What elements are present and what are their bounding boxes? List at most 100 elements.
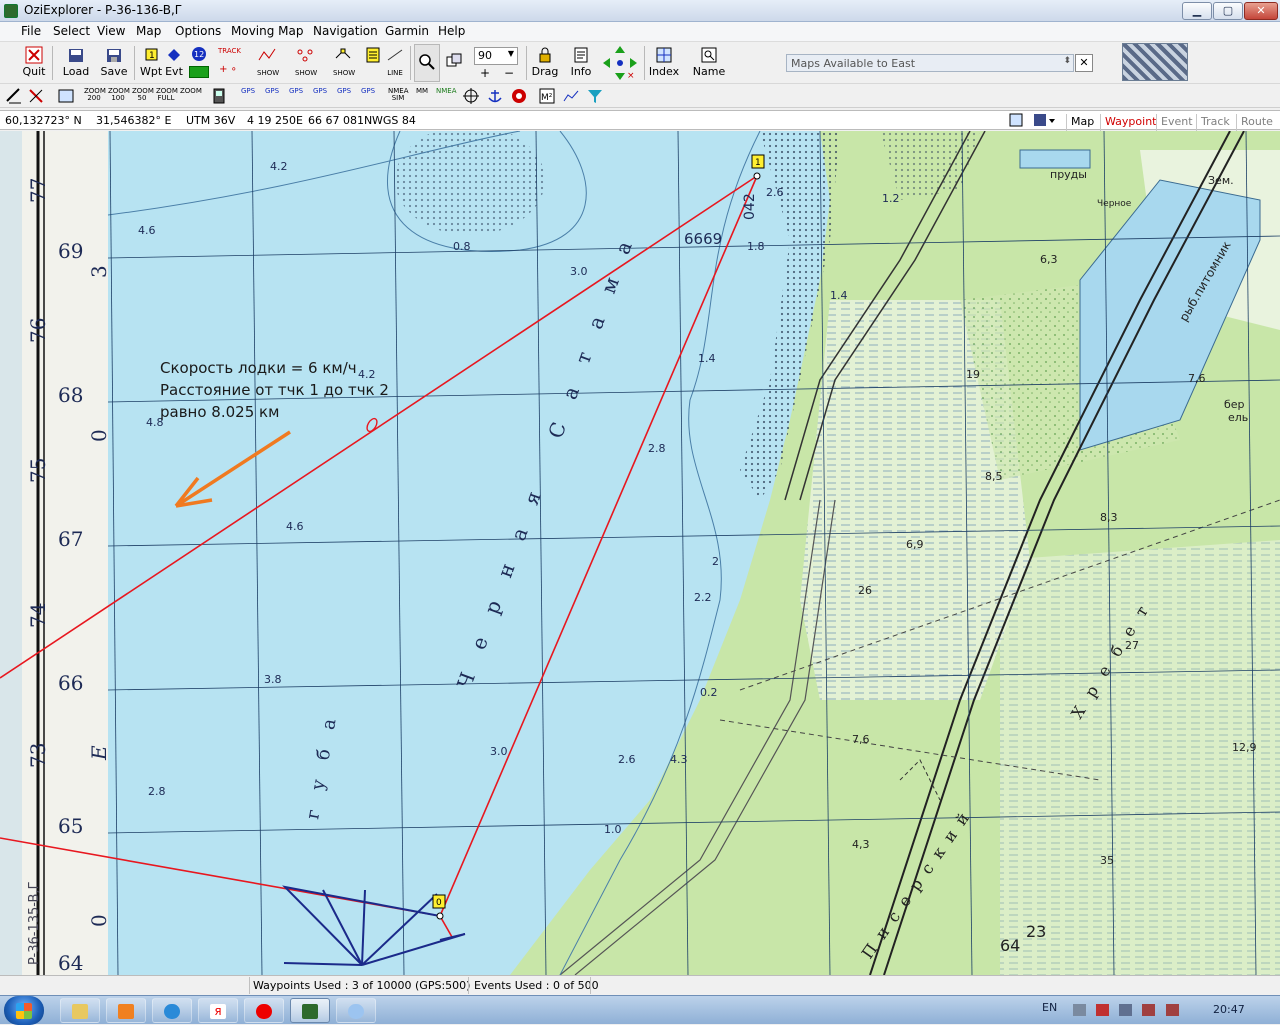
zoom-out-button[interactable]: − (500, 66, 518, 80)
menu-garmin[interactable]: Garmin (385, 24, 429, 38)
index-button[interactable]: Index (648, 44, 680, 82)
tray-security-icon[interactable] (1096, 1004, 1109, 1016)
taskbar-yandex[interactable]: я (198, 998, 238, 1023)
gps-upload-button[interactable]: GPS (238, 88, 258, 102)
menu-options[interactable]: Options (175, 24, 221, 38)
svg-text:1.4: 1.4 (830, 289, 848, 302)
info-button[interactable]: Info (566, 44, 596, 82)
zoom-custom-button[interactable]: ZOOM (180, 88, 202, 102)
track-line-icon (258, 48, 276, 61)
menu-moving-map[interactable]: Moving Map (231, 24, 304, 38)
taskbar-yandex-browser[interactable] (244, 998, 284, 1023)
minimize-button[interactable]: ▁ (1182, 2, 1212, 20)
zoom-level-select[interactable]: 90 ▼ (474, 47, 518, 65)
tab-map[interactable]: Map (1066, 114, 1098, 131)
filter-icon[interactable] (586, 87, 604, 105)
zoom-tool-button[interactable] (414, 44, 440, 82)
tab-event[interactable]: Event (1156, 114, 1197, 131)
language-indicator[interactable]: EN (1042, 1001, 1057, 1014)
tab-waypoint[interactable]: Waypoint (1100, 114, 1160, 131)
event-button[interactable]: Evt (163, 44, 185, 82)
menu-file[interactable]: File (21, 24, 41, 38)
zoom-window-button[interactable] (442, 44, 466, 82)
taskbar-oziexplorer[interactable] (290, 998, 330, 1023)
map-window-icon[interactable] (57, 87, 75, 105)
maps-east-close-button[interactable]: ✕ (1075, 54, 1093, 72)
toolbar-separator (52, 46, 53, 80)
route-button[interactable]: 12 (186, 44, 212, 82)
taskbar-paint[interactable] (336, 998, 376, 1023)
tray-expand-icon[interactable] (1073, 1004, 1086, 1016)
tray-device-icon[interactable] (1119, 1004, 1132, 1016)
gps-send-button[interactable]: GPS (358, 88, 378, 102)
profile-graph-icon[interactable] (562, 87, 580, 105)
menu-navigation[interactable]: Navigation (313, 24, 378, 38)
tab-track[interactable]: Track (1196, 114, 1234, 131)
measure-distance-icon[interactable] (27, 87, 45, 105)
volume-icon[interactable] (1166, 1004, 1179, 1016)
show-track-button[interactable]: SHOW (252, 44, 282, 82)
quit-button[interactable]: Quit (20, 44, 48, 82)
nmea-sim-button[interactable]: NMEA SIM (388, 88, 409, 102)
svg-text:042: 042 (742, 193, 758, 220)
taskbar-internet-explorer[interactable] (152, 998, 192, 1023)
menu-help[interactable]: Help (438, 24, 465, 38)
gps-route-button[interactable]: GPS (286, 88, 306, 102)
mini-map-thumbnail[interactable] (1122, 43, 1188, 81)
crosshair-icon[interactable] (462, 87, 480, 105)
anchor-icon[interactable] (486, 87, 504, 105)
track-label: TRACK (218, 47, 241, 55)
zoom-in-button[interactable]: + (476, 66, 494, 80)
tab-route[interactable]: Route (1236, 114, 1277, 131)
taskbar-explorer[interactable] (60, 998, 100, 1023)
zoom-full-button[interactable]: ZOOM FULL (156, 88, 178, 102)
pan-arrows-button[interactable]: × (600, 44, 640, 82)
menu-select[interactable]: Select (53, 24, 90, 38)
name-search-button[interactable]: Name (692, 44, 726, 82)
line-button[interactable]: LINE (384, 44, 406, 82)
show-waypoints-button[interactable]: SHOW (290, 44, 320, 82)
load-button[interactable]: Load (60, 44, 92, 82)
taskbar-media-player[interactable] (106, 998, 146, 1023)
waypoint-button[interactable]: 1 Wpt (140, 44, 162, 82)
svg-text:пруды: пруды (1050, 168, 1087, 181)
clock[interactable]: 20:47 (1213, 1003, 1245, 1016)
yandex-icon: я (210, 1004, 226, 1019)
gps-track-button[interactable]: GPS (310, 88, 330, 102)
ruler-icon[interactable] (5, 87, 23, 105)
maps-available-east-select[interactable]: Maps Available to East ⬍ (786, 54, 1074, 72)
menu-view[interactable]: View (97, 24, 125, 38)
zoom-100-button[interactable]: ZOOM 100 (108, 88, 130, 102)
start-button[interactable] (4, 996, 44, 1025)
route-edit-button[interactable] (362, 44, 384, 82)
easting-readout: 4 19 250E (247, 114, 303, 127)
nmea-button[interactable]: NMEA (436, 88, 457, 102)
event-diamond-icon (168, 49, 180, 61)
zoom-200-button[interactable]: ZOOM 200 (84, 88, 106, 102)
svg-text:Зем.: Зем. (1208, 174, 1234, 187)
svg-text:2.8: 2.8 (648, 442, 666, 455)
save-button[interactable]: Save (98, 44, 130, 82)
map-canvas[interactable]: 1 0 77 3 69 76 68 0 75 67 74 66 73 E 65 … (0, 131, 1280, 975)
zoom-50-button[interactable]: ZOOM 50 (132, 88, 154, 102)
save-disk-dropdown-icon[interactable] (1033, 113, 1057, 127)
gps-events-button[interactable]: GPS (334, 88, 354, 102)
svg-text:12,9: 12,9 (1232, 741, 1257, 754)
map-image-icon[interactable] (1009, 113, 1023, 127)
menu-map[interactable]: Map (136, 24, 161, 38)
status-bar: Waypoints Used : 3 of 10000 (GPS:500) Ev… (0, 975, 1280, 995)
gps-download-button[interactable]: GPS (262, 88, 282, 102)
show-route-button[interactable]: SHOW (328, 44, 358, 82)
zoom-window-icon (446, 53, 462, 67)
pan-arrows-icon: × (603, 46, 637, 81)
moving-map-button[interactable]: MM (412, 88, 432, 102)
map-properties-icon[interactable]: M² (538, 87, 556, 105)
network-icon[interactable] (1142, 1004, 1155, 1016)
maximize-button[interactable]: ▢ (1213, 2, 1243, 20)
gps-device-icon[interactable] (210, 87, 228, 105)
track-button[interactable]: TRACK + ∘ (214, 44, 244, 82)
drag-button[interactable]: Drag (530, 44, 560, 82)
windows-logo-icon (16, 1003, 32, 1019)
lifebuoy-icon[interactable] (510, 87, 528, 105)
close-button[interactable]: ✕ (1244, 2, 1278, 20)
